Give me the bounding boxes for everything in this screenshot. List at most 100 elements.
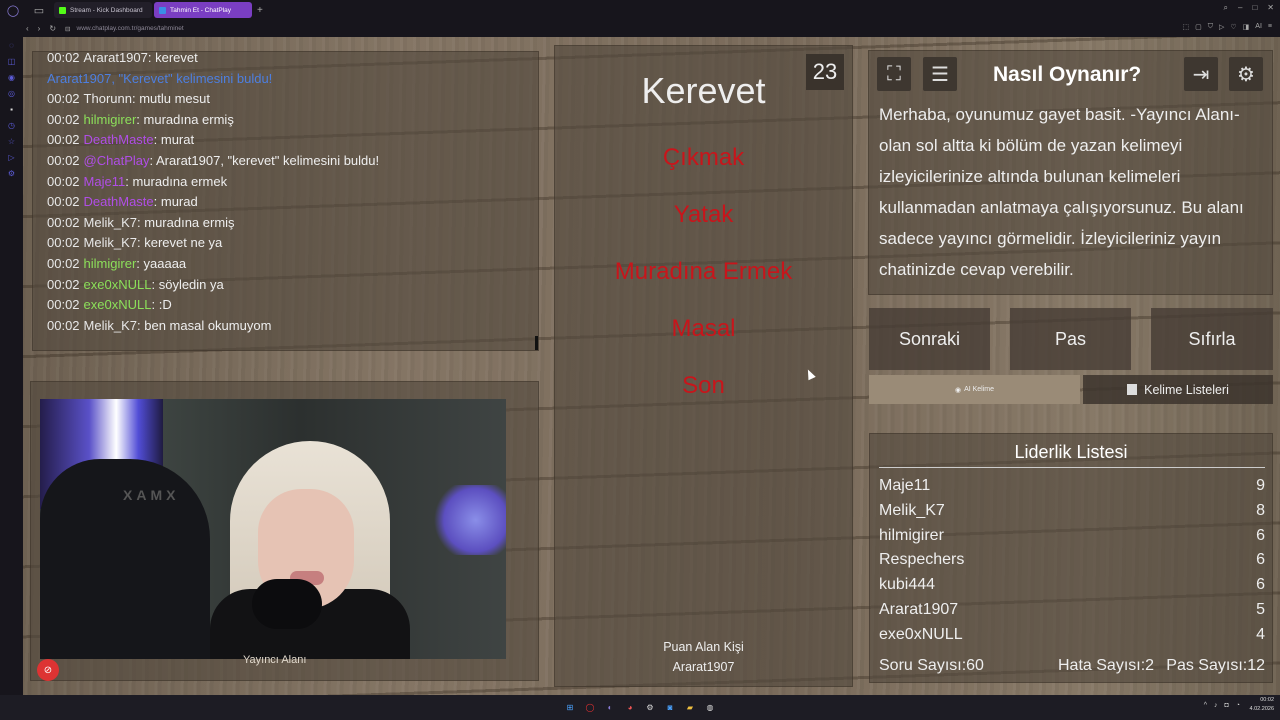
word-lists-button[interactable]: Kelime Listeleri [1083,375,1273,404]
chat-timestamp: 00:02 [47,255,80,271]
sidebar-chat-icon[interactable]: ◉ [6,73,18,85]
search-icon[interactable]: ⌕ [1224,3,1228,13]
browser-chrome: ◯ ▭ Stream - Kick Dashboard Tahmin Et - … [0,0,1280,37]
ai-word-button[interactable]: ◉ AI Kelime [869,375,1080,404]
windows-start-icon[interactable]: ⊞ [563,701,577,715]
bell-icon[interactable]: ◔ [1236,702,1240,709]
question-count: Soru Sayısı:60 [879,657,984,674]
back-icon[interactable]: ‹ [26,24,29,33]
leaderboard-row: exe0xNULL 4 [879,626,1265,650]
steam-icon[interactable]: ◍ [703,701,717,715]
screenshot-icon[interactable]: ▢ [1195,23,1202,31]
document-icon[interactable]: ☰ [923,57,957,91]
browser-sidebar: ◌ ◫ ◉ ◎ ▪ ◷ ☆ ▷ ⚙ [0,37,23,695]
speaker-icon[interactable]: ♪ [1214,702,1218,709]
chat-username[interactable]: Melik_K7 [84,318,137,333]
leaderboard-title: Liderlik Listesi [1014,442,1128,462]
tab-kick-dashboard[interactable]: Stream - Kick Dashboard [54,2,152,18]
chat-username[interactable]: hilmigirer [84,112,137,127]
chat-message: 00:02 Ararat1907: kerevet [47,48,538,69]
sidebar-shop-icon[interactable]: ◫ [6,57,18,69]
opera-icon[interactable]: ◯ [583,701,597,715]
browser-icon[interactable]: ◐ [603,701,617,715]
sidebar-home-icon[interactable]: ◌ [6,41,18,53]
leaderboard-name: Respechers [879,551,965,569]
clock[interactable]: 00:02 4.02.2026 [1250,696,1274,714]
network-icon[interactable]: ◘ [1225,702,1229,709]
maximize-button[interactable]: □ [1252,3,1257,13]
forward-icon[interactable]: › [38,24,41,33]
leaderboard-score: 6 [1256,576,1265,594]
chat-username[interactable]: DeathMaste [84,132,154,147]
wallet-icon[interactable]: ◨ [1243,23,1250,31]
sidebar-history-icon[interactable]: ◷ [6,121,18,133]
chat-text: : muradına ermek [125,173,228,189]
microphone [252,579,322,629]
chat-username[interactable]: Ararat1907, "Kerevet" kelimesini buldu! [47,71,272,86]
leaderboard-row: Maje11 9 [879,477,1265,501]
settings-icon[interactable]: ⚙ [643,701,657,715]
word-lists-label: Kelime Listeleri [1144,382,1229,397]
gear-icon[interactable]: ⚙ [1229,57,1263,91]
chat-username[interactable]: @ChatPlay [84,153,150,168]
logout-icon[interactable]: ⇥ [1184,57,1218,91]
chat-username[interactable]: Melik_K7 [84,215,137,230]
folder-icon[interactable]: ▰ [683,701,697,715]
extension-icon[interactable]: ⬚ [1182,23,1189,31]
chat-username[interactable]: Maje11 [84,174,126,189]
leaderboard-name: exe0xNULL [879,625,963,643]
sidebar-star-icon[interactable]: ☆ [6,137,18,149]
app-icon[interactable]: ◙ [663,701,677,715]
chat-text: : kerevet [147,50,198,65]
ai-icon[interactable]: AI [1255,23,1262,31]
chat-timestamp: 00:02 [47,132,80,148]
menu-icon[interactable]: ≡ [1268,23,1272,31]
chat-username[interactable]: exe0xNULL [84,277,152,292]
favorite-icon[interactable]: ♡ [1230,23,1236,31]
minimize-button[interactable]: – [1238,3,1242,13]
chat-message: 00:02 Thorunn: mutlu mesut [47,89,538,110]
new-tab-button[interactable]: + [257,5,263,16]
chat-username[interactable]: DeathMaste [84,194,154,209]
chevron-up-icon[interactable]: ^ [1204,702,1207,709]
leaderboard-name: hilmigirer [879,526,944,544]
chat-username[interactable]: Thorunn [84,91,132,106]
sidebar-settings-icon[interactable]: ⚙ [6,169,18,181]
system-tray: ^ ♪ ◘ ◔ [1204,702,1240,709]
leaderboard-row: Melik_K7 8 [879,502,1265,526]
tab-chatplay[interactable]: Tahmin Et - ChatPlay [154,2,252,18]
record-icon[interactable]: ⊘ [37,659,59,681]
chat-username[interactable]: hilmigirer [84,256,137,271]
shield-icon[interactable]: ⛉ [1208,23,1213,31]
chat-message: Ararat1907, "Kerevet" kelimesini buldu! [47,69,538,90]
chat-timestamp: 00:02 [47,50,80,65]
reload-icon[interactable]: ↻ [49,24,56,33]
close-button[interactable]: ✕ [1267,3,1274,13]
reset-button[interactable]: Sıfırla [1151,308,1273,370]
pass-button[interactable]: Pas [1010,308,1131,370]
site-info-icon[interactable]: ⊟ [65,25,70,33]
tab-label: Stream - Kick Dashboard [70,6,143,14]
window-controls: ⌕ – □ ✕ [1224,3,1274,13]
chat-username[interactable]: Ararat1907 [84,50,148,65]
sidebar-message-icon[interactable]: ▪ [6,105,18,117]
fullscreen-icon[interactable]: ⛶ [877,57,911,91]
chat-username[interactable]: Melik_K7 [84,235,137,250]
sidebar-toggle-icon[interactable]: ▭ [30,1,48,19]
browser-logo-icon[interactable]: ◯ [4,1,22,19]
sidebar-music-icon[interactable]: ◎ [6,89,18,101]
next-button[interactable]: Sonraki [869,308,990,370]
leaderboard-score: 6 [1256,526,1265,544]
leaderboard-name: kubi444 [879,576,936,594]
chat-scrollbar[interactable] [535,336,538,350]
pass-count: Pas Sayısı:12 [1166,657,1265,674]
play-icon[interactable]: ▷ [1219,23,1224,31]
chat-message: 00:02 DeathMaste: murat [47,130,538,151]
sidebar-play-icon[interactable]: ▷ [6,153,18,165]
chat-message: 00:02 exe0xNULL: söyledin ya [47,275,538,296]
chrome-icon[interactable]: ◕ [623,701,637,715]
chat-username[interactable]: exe0xNULL [84,297,152,312]
url-field[interactable]: www.chatplay.com.tr/games/tahminet [77,25,184,32]
target-word: Kerevet [641,70,766,111]
taskbar: ⊞ ◯ ◐ ◕ ⚙ ◙ ▰ ◍ ^ ♪ ◘ ◔ 00:02 4.02.2026 [0,695,1280,720]
